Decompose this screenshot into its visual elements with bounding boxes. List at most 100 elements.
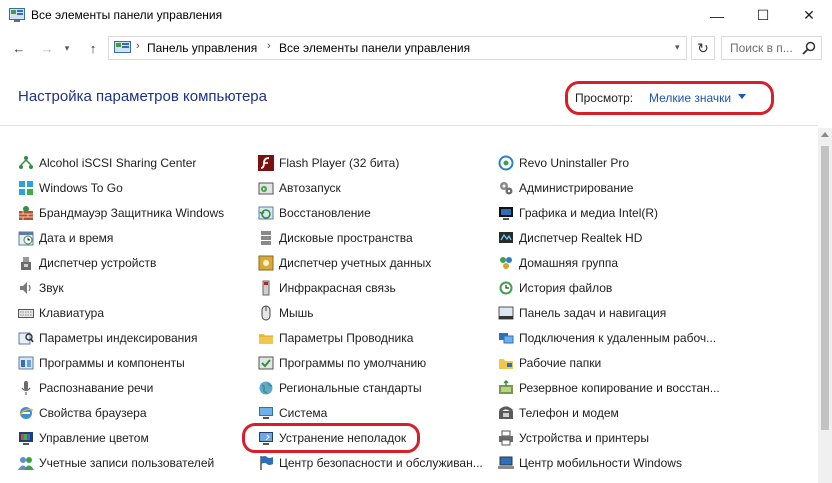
address-dropdown-button[interactable]: ▾ [675,42,680,53]
item-color-management[interactable]: Управление цветом [18,428,149,448]
item-alcohol-iscsi[interactable]: Alcohol iSCSI Sharing Center [18,153,196,173]
maximize-button[interactable]: ☐ [740,0,786,31]
item-explorer-options[interactable]: Параметры Проводника [258,328,413,348]
item-remote-desktop[interactable]: Подключения к удаленным рабоч... [498,328,716,348]
item-firewall[interactable]: Брандмауэр Защитника Windows [18,203,224,223]
item-work-folders[interactable]: Рабочие папки [498,353,601,373]
scroll-up-icon[interactable] [821,132,829,137]
item-mobility-center[interactable]: Центр мобильности Windows [498,453,682,473]
item-browser-properties[interactable]: Свойства браузера [18,403,147,423]
flash-icon [258,155,274,171]
item-homegroup[interactable]: Домашняя группа [498,253,618,273]
minimize-button[interactable]: — [694,0,740,31]
item-storage-spaces[interactable]: Дисковые пространства [258,228,413,248]
programs-icon [18,356,34,370]
title-bar: Все элементы панели управления — ☐ ✕ [0,0,832,31]
item-backup-restore[interactable]: Резервное копирование и восстан... [498,378,720,398]
item-user-accounts[interactable]: Учетные записи пользователей [18,453,214,473]
item-programs-features[interactable]: Программы и компоненты [18,353,185,373]
item-security-maintenance[interactable]: Центр безопасности и обслуживан... [258,453,483,473]
item-mouse[interactable]: Мышь [258,303,314,323]
credential-icon [258,255,274,271]
intel-graphics-icon [499,207,513,220]
item-speech-recognition[interactable]: Распознавание речи [18,378,153,398]
page-title: Настройка параметров компьютера [18,88,267,105]
item-administrative-tools[interactable]: Администрирование [498,178,633,198]
item-realtek-hd[interactable]: Диспетчер Realtek HD [498,228,642,248]
item-autoplay[interactable]: Автозапуск [258,178,341,198]
network-share-icon [19,156,33,169]
item-sound[interactable]: Звук [18,278,64,298]
highlight-annotation [242,423,420,453]
item-label: Домашняя группа [519,256,619,270]
microphone-icon [21,381,31,395]
flag-icon [260,456,273,470]
item-infrared[interactable]: Инфракрасная связь [258,278,396,298]
item-devices-printers[interactable]: Устройства и принтеры [498,428,649,448]
search-input[interactable]: Поиск в п... [721,36,822,60]
backup-icon [499,380,513,394]
mouse-icon [261,305,271,321]
search-placeholder: Поиск в п... [730,41,793,55]
item-file-history[interactable]: История файлов [498,278,612,298]
item-label: Диспетчер устройств [39,256,157,270]
item-recovery[interactable]: Восстановление [258,203,371,223]
item-system[interactable]: Система [258,403,327,423]
speaker-icon [20,282,31,294]
item-label: Мышь [279,306,314,320]
item-label: Диспетчер учетных данных [279,256,432,270]
item-label: Windows To Go [39,181,123,195]
item-revo-uninstaller[interactable]: Revo Uninstaller Pro [498,153,629,173]
device-manager-icon [21,257,31,270]
item-label: Распознавание речи [39,381,154,395]
refresh-button[interactable]: ↻ [691,36,715,60]
item-taskbar-navigation[interactable]: Панель задач и навигация [498,303,666,323]
recent-locations-button[interactable]: ▾ [60,39,74,57]
item-label: Звук [39,281,64,295]
vertical-scrollbar[interactable] [818,128,832,483]
item-date-time[interactable]: Дата и время [18,228,113,248]
printer-icon [499,430,513,446]
address-bar[interactable]: › Панель управления › Все элементы панел… [108,36,687,60]
windows-to-go-icon [19,181,33,195]
breadcrumb-all-items[interactable]: Все элементы панели управления [279,41,470,55]
item-indexing[interactable]: Параметры индексирования [18,328,197,348]
up-button[interactable]: ↑ [84,39,102,57]
color-management-icon [19,432,33,445]
clock-icon [18,231,34,246]
close-button[interactable]: ✕ [786,0,832,31]
item-label: Параметры индексирования [39,331,198,345]
item-label: Центр мобильности Windows [519,456,682,470]
item-intel-graphics[interactable]: Графика и медиа Intel(R) [498,203,658,223]
forward-button[interactable]: → [38,39,56,57]
keyboard-icon [18,309,34,318]
item-regional-settings[interactable]: Региональные стандарты [258,378,422,398]
item-phone-modem[interactable]: Телефон и модем [498,403,619,423]
item-label: Программы по умолчанию [279,356,427,370]
recovery-icon [258,206,274,220]
homegroup-icon [500,257,512,269]
breadcrumb-control-panel[interactable]: Панель управления [147,41,257,55]
control-panel-icon [114,41,131,53]
globe-icon [259,381,273,395]
back-button[interactable]: ← [10,39,28,57]
scrollbar-thumb[interactable] [821,146,829,430]
indexing-icon [18,332,34,345]
mobility-center-icon [498,456,514,469]
item-windows-to-go[interactable]: Windows To Go [18,178,123,198]
item-flash-player[interactable]: Flash Player (32 бита) [258,153,399,173]
remote-desktop-icon [499,333,514,344]
folder-options-icon [259,334,273,344]
system-icon [259,407,273,419]
item-label: Дата и время [39,231,114,245]
item-label: Телефон и модем [519,406,619,420]
users-icon [18,457,34,470]
item-credential-manager[interactable]: Диспетчер учетных данных [258,253,431,273]
search-icon [802,41,816,55]
item-default-programs[interactable]: Программы по умолчанию [258,353,426,373]
item-label: Свойства браузера [39,406,147,420]
item-label: Управление цветом [39,431,149,445]
item-keyboard[interactable]: Клавиатура [18,303,104,323]
revo-icon [498,155,514,171]
item-device-manager[interactable]: Диспетчер устройств [18,253,156,273]
